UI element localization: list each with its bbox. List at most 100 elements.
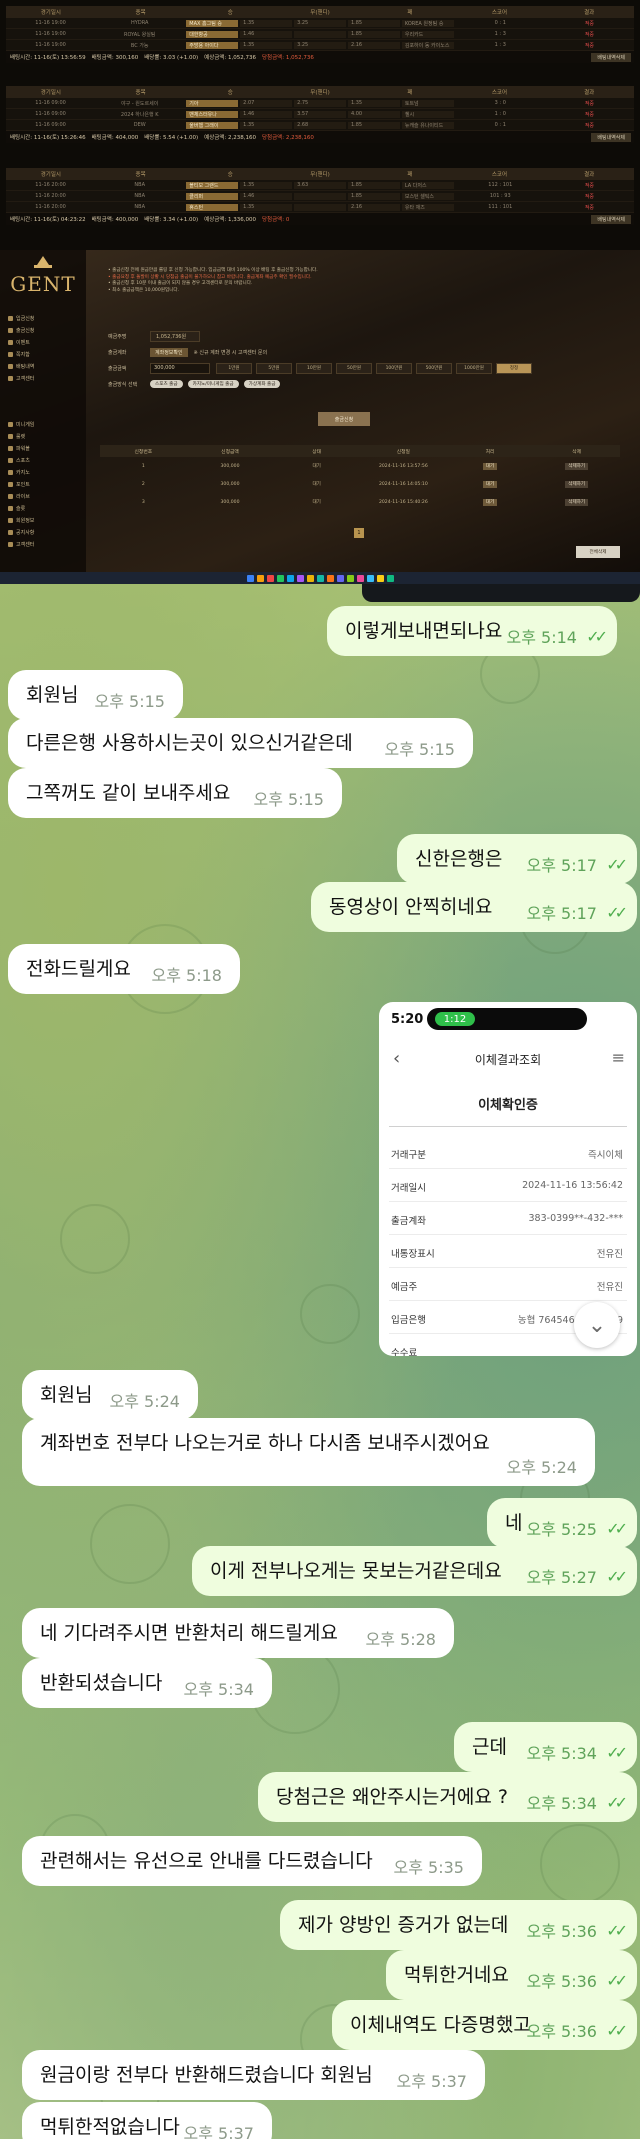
holder-row: 예금주명 1,052,736원: [108, 328, 628, 344]
delete-request-button[interactable]: 삭제하기: [565, 463, 589, 470]
sidebar-item[interactable]: 미니게임: [8, 418, 78, 430]
taskbar-app-icon[interactable]: [256, 574, 264, 582]
taskbar-app-icon[interactable]: [366, 574, 374, 582]
amount-chip-button[interactable]: 10만원: [296, 362, 332, 374]
outgoing-message[interactable]: 네 오후 5:25 ✓✓: [487, 1498, 637, 1548]
delete-request-button[interactable]: 삭제하기: [565, 499, 589, 506]
transfer-receipt-screenshot[interactable]: 5:20 1:12 ‹ 이체결과조회 ≡ 이체확인증 거래구분 즉시이체 거래일시 2…: [379, 1002, 637, 1356]
incoming-message[interactable]: 반환되셨습니다 오후 5:34: [22, 1658, 272, 1708]
outgoing-message[interactable]: 당첨근은 왜안주시는거에요 ? 오후 5:34 ✓✓: [258, 1772, 637, 1822]
menu-bullet-icon: [8, 457, 13, 463]
outgoing-message[interactable]: 근데 오후 5:34 ✓✓: [454, 1722, 637, 1772]
sidebar-item[interactable]: 이벤트: [8, 336, 78, 348]
outgoing-message[interactable]: 제가 양방인 증거가 없는데 오후 5:36 ✓✓: [280, 1900, 637, 1950]
home-odds: 1.35: [240, 121, 293, 129]
taskbar-app-icon[interactable]: [276, 574, 284, 582]
bet-selection-group: 울버햄 그래이 1.35 2.68 1.85 뉴캐슬 유나이티드: [184, 121, 455, 129]
league-name: NBA: [134, 204, 145, 210]
outgoing-message[interactable]: 신한은행은 오후 5:17 ✓✓: [397, 834, 637, 884]
taskbar-app-icon[interactable]: [336, 574, 344, 582]
amount-chip-button[interactable]: 1만원: [216, 362, 252, 374]
sidebar-item[interactable]: 룰렛: [8, 430, 78, 442]
table-row: 3 300,000 대기 2024-11-16 15:40:26 대기 삭제하기: [100, 493, 620, 511]
amount-chip-button[interactable]: 500만원: [416, 362, 452, 374]
outgoing-message[interactable]: 먹튀한거네요 오후 5:36 ✓✓: [386, 1950, 637, 2000]
incoming-message[interactable]: 다른은행 사용하시는곳이 있으신거같은데 오후 5:15: [8, 718, 473, 768]
taskbar-app-icon[interactable]: [376, 574, 384, 582]
taskbar-app-icon[interactable]: [356, 574, 364, 582]
taskbar-app-icon[interactable]: [346, 574, 354, 582]
sidebar-item-label: 공지사항: [16, 529, 35, 536]
match-date: 11-16 19:00: [35, 20, 66, 26]
incoming-message[interactable]: 관련해서는 유선으로 안내를 다드렸습니다 오후 5:35: [22, 1836, 482, 1886]
sidebar-item-label: 슬롯: [16, 505, 26, 512]
amount-input[interactable]: 300,000: [150, 362, 210, 374]
sidebar-item[interactable]: 라이브: [8, 490, 78, 502]
sidebar-item[interactable]: 공지사항: [8, 526, 78, 538]
scroll-down-chevron-icon[interactable]: ⌄: [574, 1302, 620, 1348]
incoming-message[interactable]: 회원님 오후 5:15: [8, 670, 183, 720]
taskbar-app-icon[interactable]: [386, 574, 394, 582]
bet-selection-group: 주방용 아이다 1.35 3.25 2.16 김포하이 동 카이노스: [184, 41, 455, 49]
sidebar-item[interactable]: 파워볼: [8, 442, 78, 454]
sidebar-item[interactable]: 고객센터: [8, 538, 78, 550]
sidebar-item[interactable]: 입금신청: [8, 312, 78, 324]
taskbar-app-icon[interactable]: [316, 574, 324, 582]
taskbar-app-icon[interactable]: [326, 574, 334, 582]
delete-bet-button[interactable]: 배팅내역삭제: [591, 52, 631, 62]
incoming-message[interactable]: 전화드릴게요 오후 5:18: [8, 944, 240, 994]
incoming-message[interactable]: 계좌번호 전부다 나오는거로 하나 다시좀 보내주시겠어요 오후 5:24: [22, 1418, 595, 1486]
amount-chip-button[interactable]: 1000만원: [456, 362, 492, 374]
incoming-message[interactable]: 회원님 오후 5:24: [22, 1370, 198, 1420]
message-time: 오후 5:37: [183, 2124, 254, 2139]
method-radio[interactable]: 스포츠 출금: [150, 380, 183, 388]
home-odds: 1.46: [240, 110, 293, 118]
sidebar-item[interactable]: 쪽지함: [8, 348, 78, 360]
incoming-message[interactable]: 그쪽꺼도 같이 보내주세요 오후 5:15: [8, 768, 342, 818]
delete-bet-button[interactable]: 배팅내역삭제: [591, 214, 631, 224]
league-name: NBA: [134, 193, 145, 199]
sidebar-item[interactable]: 출금신청: [8, 324, 78, 336]
taskbar-app-icon[interactable]: [246, 574, 254, 582]
message-time: 오후 5:15: [94, 692, 165, 711]
amount-chip-button[interactable]: 5만원: [256, 362, 292, 374]
incoming-message[interactable]: 원금이랑 전부다 반환해드렸습니다 회원님 오후 5:37: [22, 2050, 485, 2100]
receipt-key: 거래구분: [391, 1150, 426, 1161]
amount-chip-button[interactable]: 100만원: [376, 362, 412, 374]
method-radio[interactable]: 카지노/미니게임 출금: [187, 380, 239, 388]
amount-chip-button[interactable]: 50만원: [336, 362, 372, 374]
incoming-message[interactable]: 네 기다려주시면 반환처리 해드릴게요 오후 5:28: [22, 1608, 454, 1658]
taskbar-app-icon[interactable]: [286, 574, 294, 582]
delete-all-button[interactable]: 전체삭제: [576, 546, 620, 558]
outgoing-message[interactable]: 이렇게보내면되나요 오후 5:14 ✓✓: [327, 606, 617, 656]
header-cell: 무(핸디): [310, 10, 330, 16]
sidebar-item[interactable]: 스포츠: [8, 454, 78, 466]
sidebar-item[interactable]: 회원정보: [8, 514, 78, 526]
league-name: BC 가능: [130, 42, 149, 49]
sidebar-item[interactable]: 슬롯: [8, 502, 78, 514]
sidebar-item[interactable]: 카지노: [8, 466, 78, 478]
reset-amount-button[interactable]: 정정: [496, 362, 532, 374]
pagination-page[interactable]: 1: [354, 528, 364, 538]
outgoing-message[interactable]: 이체내역도 다증명했고 오후 5:36 ✓✓: [332, 2000, 637, 2050]
message-text: 제가 양방인 증거가 없는데: [298, 1914, 509, 1936]
sidebar-item[interactable]: 포인트: [8, 478, 78, 490]
read-receipt-icon: ✓✓: [606, 1567, 628, 1586]
hamburger-menu-icon[interactable]: ≡: [612, 1048, 625, 1067]
taskbar-app-icon[interactable]: [306, 574, 314, 582]
taskbar-app-icon[interactable]: [296, 574, 304, 582]
outgoing-message[interactable]: 이게 전부나오게는 못보는거같은데요 오후 5:27 ✓✓: [192, 1546, 637, 1596]
bet-slip-footer: 배팅시간: 11-16(토) 15:26:46 배팅금액: 404,000 배당률:…: [6, 131, 634, 143]
outgoing-message[interactable]: 동영상이 안찍히네요 오후 5:17 ✓✓: [311, 882, 637, 932]
delete-request-button[interactable]: 삭제하기: [565, 481, 589, 488]
sidebar-item[interactable]: 배팅내역: [8, 360, 78, 372]
method-radio[interactable]: 가상계좌 출금: [243, 380, 281, 388]
table-row: 2 300,000 대기 2024-11-16 14:05:10 대기 삭제하기: [100, 475, 620, 493]
account-info-button[interactable]: 계좌정보확인: [150, 347, 188, 357]
delete-bet-button[interactable]: 배팅내역삭제: [591, 132, 631, 142]
taskbar-app-icon[interactable]: [266, 574, 274, 582]
withdraw-submit-button[interactable]: 출금신청: [318, 412, 370, 426]
sidebar-item[interactable]: 고객센터: [8, 372, 78, 384]
incoming-message[interactable]: 먹튀한적없습니다 오후 5:37: [22, 2102, 272, 2139]
sidebar-item-label: 카지노: [16, 469, 30, 476]
